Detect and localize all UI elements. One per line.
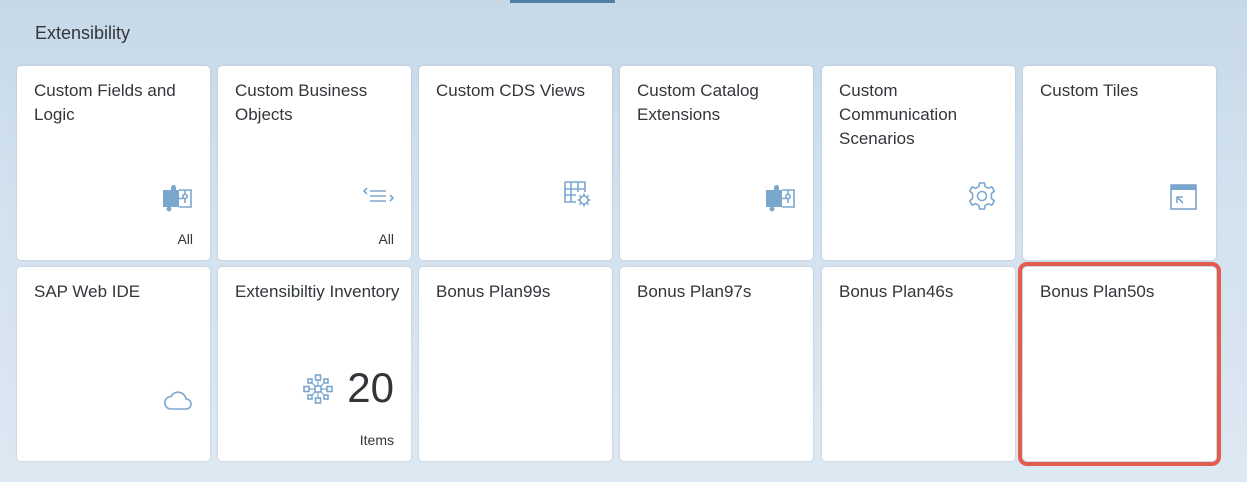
tile-footer: All (177, 231, 193, 247)
tile-custom-communication-scenarios[interactable]: Custom Communication Scenarios (822, 66, 1015, 260)
active-tab-indicator (510, 0, 615, 3)
tile-custom-business-objects[interactable]: Custom Business Objects All (218, 66, 411, 260)
tile-custom-tiles[interactable]: Custom Tiles (1023, 66, 1216, 260)
tile-title: Custom Business Objects (235, 81, 368, 124)
tile-title: Custom Catalog Extensions (637, 81, 759, 124)
tile-title: Custom Tiles (1040, 81, 1139, 100)
tile-extensibility-inventory[interactable]: Extensibiltiy Inventory 20 Items (218, 267, 411, 461)
tile-custom-catalog-extensions[interactable]: Custom Catalog Extensions (620, 66, 813, 260)
table-settings-icon (562, 178, 594, 210)
tile-bonus-plan50s[interactable]: Bonus Plan50s (1018, 262, 1221, 466)
tile-title: Extensibiltiy Inventory (235, 282, 400, 301)
tile-bonus-plan99s[interactable]: Bonus Plan99s (419, 267, 612, 461)
tile-title: Bonus Plan99s (436, 282, 551, 301)
kpi-value: 20 (347, 364, 394, 411)
tile-sap-web-ide[interactable]: SAP Web IDE (17, 267, 210, 461)
tile-title: SAP Web IDE (34, 282, 141, 301)
tile-window-icon (1167, 181, 1199, 213)
tile-bonus-plan97s[interactable]: Bonus Plan97s (620, 267, 813, 461)
gear-icon (966, 180, 998, 212)
tile-bonus-plan46s[interactable]: Bonus Plan46s (822, 267, 1015, 461)
tile-title: Custom Communication Scenarios (839, 81, 958, 148)
tile-footer: All (378, 231, 394, 247)
tile-footer: Items (359, 432, 394, 448)
group-title: Extensibility (35, 23, 131, 43)
puzzle-icon (764, 181, 796, 213)
puzzle-icon (161, 181, 193, 213)
tile-custom-fields-and-logic[interactable]: Custom Fields and Logic All (17, 66, 210, 260)
shell-header-divider (0, 0, 1247, 2)
tile-title: Bonus Plan97s (637, 282, 752, 301)
business-objects-icon (362, 179, 394, 211)
tile-title: Custom CDS Views (436, 81, 585, 100)
tile-title: Bonus Plan50s (1040, 282, 1155, 301)
tile-title: Bonus Plan46s (839, 282, 954, 301)
network-icon (302, 373, 334, 405)
cloud-icon (161, 383, 193, 415)
tile-custom-cds-views[interactable]: Custom CDS Views (419, 66, 612, 260)
tile-title: Custom Fields and Logic (34, 81, 176, 124)
